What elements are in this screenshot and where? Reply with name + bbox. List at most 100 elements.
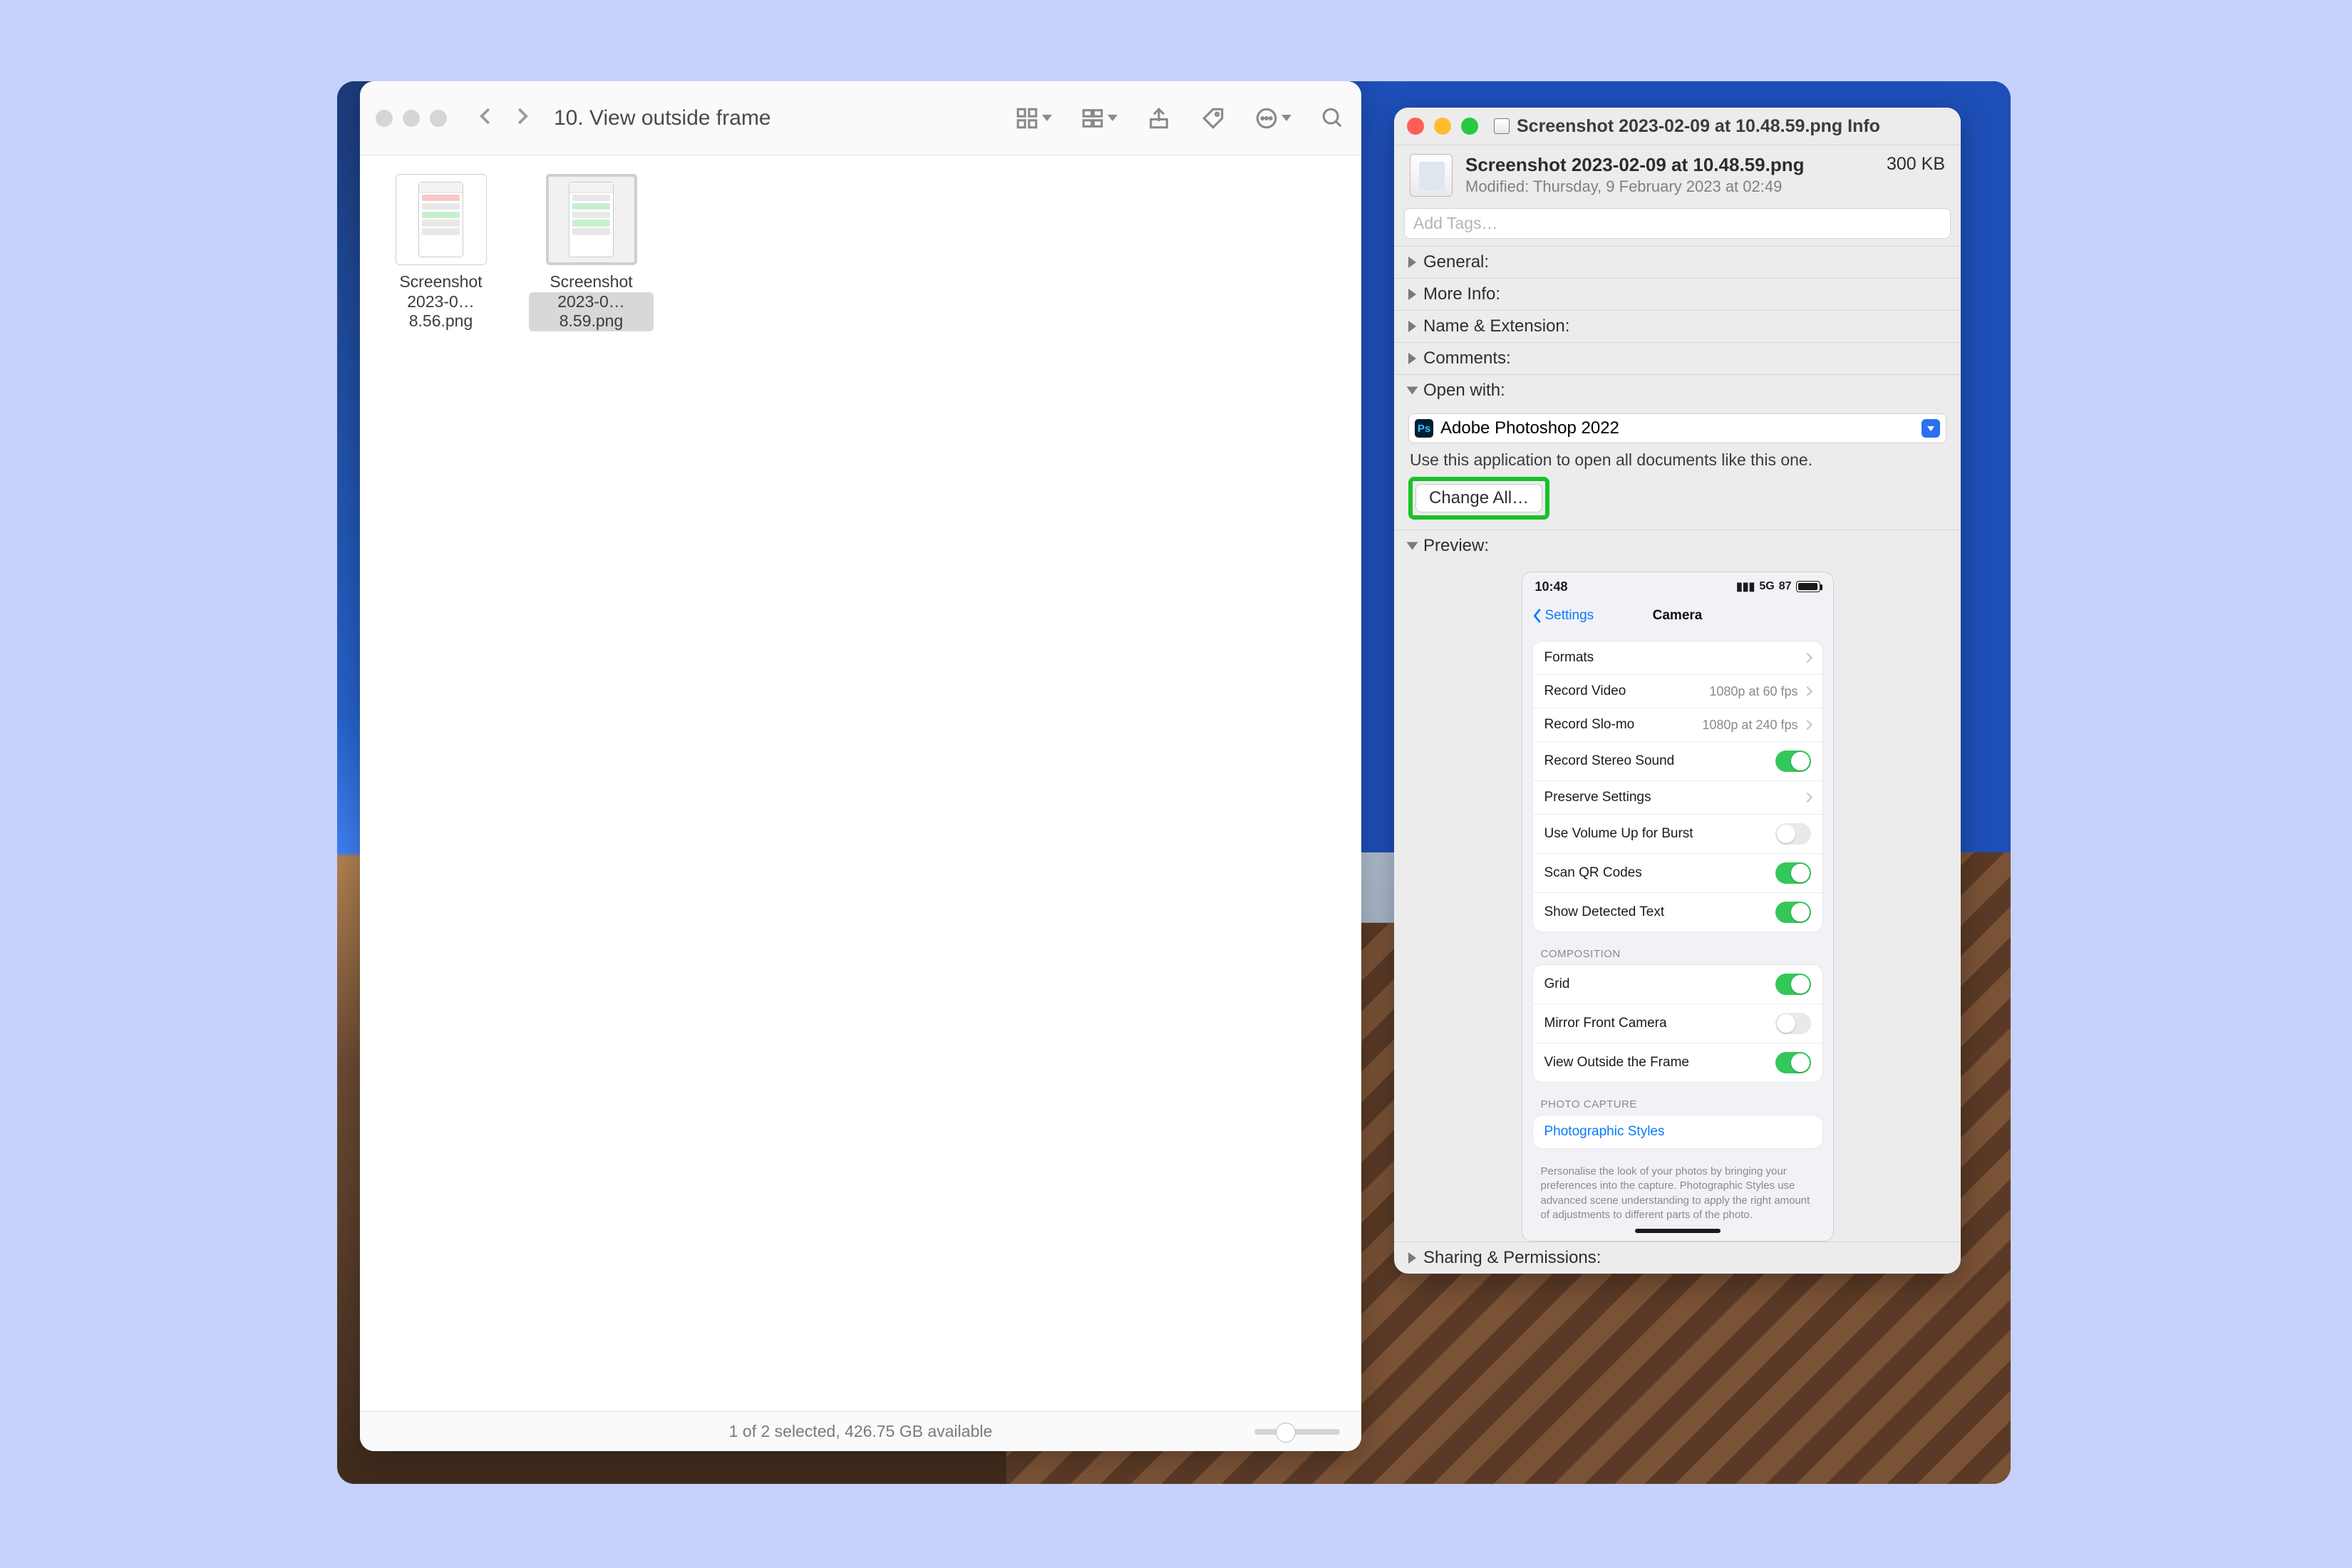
info-file-name: Screenshot 2023-02-09 at 10.48.59.png bbox=[1465, 154, 1867, 176]
settings-row[interactable]: Record Stereo Sound bbox=[1533, 741, 1822, 780]
ios-nav-bar: Settings Camera bbox=[1522, 601, 1833, 631]
file-large-icon bbox=[1410, 154, 1453, 197]
status-text: 1 of 2 selected, 426.75 GB available bbox=[729, 1422, 993, 1441]
section-name-extension[interactable]: Name & Extension: bbox=[1394, 310, 1961, 342]
settings-row[interactable]: Grid bbox=[1533, 965, 1822, 1004]
get-info-window[interactable]: Screenshot 2023-02-09 at 10.48.59.png In… bbox=[1394, 108, 1961, 1274]
finder-toolbar: 10. View outside frame bbox=[360, 81, 1361, 155]
info-header: Screenshot 2023-02-09 at 10.48.59.png Mo… bbox=[1394, 145, 1961, 204]
finder-status-bar: 1 of 2 selected, 426.75 GB available bbox=[360, 1411, 1361, 1451]
row-label: Scan QR Codes bbox=[1544, 865, 1642, 881]
row-label: Preserve Settings bbox=[1544, 790, 1651, 805]
toggle-switch[interactable] bbox=[1775, 902, 1811, 923]
row-label: View Outside the Frame bbox=[1544, 1055, 1689, 1071]
add-tags-placeholder: Add Tags… bbox=[1413, 214, 1497, 232]
settings-row[interactable]: Photographic Styles bbox=[1533, 1115, 1822, 1148]
finder-window[interactable]: 10. View outside frame bbox=[360, 81, 1361, 1451]
search-icon[interactable] bbox=[1320, 105, 1346, 131]
ios-back-button[interactable]: Settings bbox=[1532, 608, 1594, 624]
toggle-switch[interactable] bbox=[1775, 862, 1811, 884]
zoom-icon[interactable] bbox=[1461, 118, 1478, 135]
settings-row[interactable]: Mirror Front Camera bbox=[1533, 1004, 1822, 1043]
settings-row[interactable]: Record Slo-mo1080p at 240 fps bbox=[1533, 708, 1822, 741]
section-comments[interactable]: Comments: bbox=[1394, 342, 1961, 374]
settings-row[interactable]: Preserve Settings bbox=[1533, 780, 1822, 814]
file-item[interactable]: Screenshot 2023-0…8.56.png bbox=[378, 174, 503, 331]
settings-card: FormatsRecord Video1080p at 60 fpsRecord… bbox=[1532, 641, 1823, 932]
ios-status-bar: 10:48 ▮▮▮ 5G 87 bbox=[1522, 572, 1833, 601]
view-mode-icon[interactable] bbox=[1015, 106, 1052, 130]
close-icon[interactable] bbox=[376, 110, 393, 127]
tag-icon[interactable] bbox=[1200, 105, 1226, 131]
battery-icon bbox=[1796, 581, 1820, 592]
photoshop-icon: Ps bbox=[1415, 419, 1433, 438]
file-thumbnail-icon bbox=[546, 174, 637, 265]
settings-row[interactable]: Scan QR Codes bbox=[1533, 853, 1822, 892]
zoom-icon[interactable] bbox=[430, 110, 447, 127]
file-name-line1: Screenshot bbox=[529, 272, 654, 292]
more-actions-icon[interactable] bbox=[1254, 106, 1291, 130]
row-value: 1080p at 60 fps bbox=[1709, 684, 1797, 699]
section-general[interactable]: General: bbox=[1394, 246, 1961, 278]
section-open-with[interactable]: Open with: bbox=[1394, 374, 1961, 406]
row-label: Record Stereo Sound bbox=[1544, 753, 1675, 769]
section-sharing-permissions[interactable]: Sharing & Permissions: bbox=[1394, 1242, 1961, 1274]
share-icon[interactable] bbox=[1146, 105, 1172, 131]
group-label-photo-capture: PHOTO CAPTURE bbox=[1541, 1098, 1815, 1110]
settings-card: Photographic Styles bbox=[1532, 1115, 1823, 1149]
change-all-button[interactable]: Change All… bbox=[1415, 484, 1542, 512]
ios-time: 10:48 bbox=[1535, 579, 1568, 594]
row-label: Grid bbox=[1544, 976, 1570, 992]
settings-row[interactable]: Show Detected Text bbox=[1533, 892, 1822, 932]
toggle-switch[interactable] bbox=[1775, 823, 1811, 845]
toggle-switch[interactable] bbox=[1775, 1013, 1811, 1034]
window-traffic-lights[interactable] bbox=[376, 110, 447, 127]
ios-screen-title: Camera bbox=[1653, 608, 1703, 624]
network-label: 5G bbox=[1759, 580, 1774, 593]
forward-icon[interactable] bbox=[511, 105, 532, 130]
file-name-line1: Screenshot bbox=[378, 272, 503, 292]
settings-row[interactable]: View Outside the Frame bbox=[1533, 1043, 1822, 1082]
group-label-composition: COMPOSITION bbox=[1541, 948, 1815, 960]
file-name-line2: 2023-0…8.56.png bbox=[378, 292, 503, 331]
icon-size-slider[interactable] bbox=[1254, 1429, 1340, 1435]
change-all-highlight: Change All… bbox=[1408, 477, 1549, 520]
toggle-switch[interactable] bbox=[1775, 974, 1811, 995]
chevron-right-icon bbox=[1802, 686, 1812, 696]
row-label: Formats bbox=[1544, 650, 1594, 666]
chevron-right-icon bbox=[1802, 720, 1812, 730]
file-item[interactable]: Screenshot 2023-0…8.59.png bbox=[529, 174, 654, 331]
open-with-note: Use this application to open all documen… bbox=[1410, 450, 1946, 470]
settings-row[interactable]: Record Video 1080p at 60 fps bbox=[1533, 674, 1822, 708]
section-more-info[interactable]: More Info: bbox=[1394, 278, 1961, 310]
battery-percent: 87 bbox=[1779, 580, 1792, 593]
info-modified: Modified: Thursday, 9 February 2023 at 0… bbox=[1465, 177, 1867, 196]
row-label: Record Video bbox=[1544, 684, 1626, 699]
toggle-switch[interactable] bbox=[1775, 751, 1811, 772]
close-icon[interactable] bbox=[1407, 118, 1424, 135]
finder-file-grid[interactable]: Screenshot 2023-0…8.56.png Screenshot 20… bbox=[360, 155, 1361, 1411]
minimize-icon[interactable] bbox=[1434, 118, 1451, 135]
dropdown-icon[interactable] bbox=[1922, 419, 1940, 438]
info-titlebar: Screenshot 2023-02-09 at 10.48.59.png In… bbox=[1394, 108, 1961, 145]
row-label: Use Volume Up for Burst bbox=[1544, 826, 1693, 842]
photo-capture-footnote: Personalise the look of your photos by b… bbox=[1541, 1165, 1815, 1221]
toggle-switch[interactable] bbox=[1775, 1052, 1811, 1073]
open-with-app: Adobe Photoshop 2022 bbox=[1440, 418, 1914, 438]
row-label: Mirror Front Camera bbox=[1544, 1016, 1667, 1031]
open-with-select[interactable]: Ps Adobe Photoshop 2022 bbox=[1408, 413, 1946, 443]
settings-card: Grid Mirror Front Camera View Outside the … bbox=[1532, 964, 1823, 1083]
row-label: Show Detected Text bbox=[1544, 904, 1665, 920]
settings-row[interactable]: Use Volume Up for Burst bbox=[1533, 814, 1822, 853]
group-by-icon[interactable] bbox=[1080, 106, 1118, 130]
minimize-icon[interactable] bbox=[403, 110, 420, 127]
back-icon[interactable] bbox=[475, 105, 497, 130]
chevron-right-icon bbox=[1802, 653, 1812, 663]
row-label: Photographic Styles bbox=[1544, 1124, 1665, 1140]
signal-icon: ▮▮▮ bbox=[1736, 579, 1755, 594]
add-tags-field[interactable]: Add Tags… bbox=[1404, 208, 1951, 239]
settings-row[interactable]: Formats bbox=[1533, 641, 1822, 674]
row-label: Record Slo-mo bbox=[1544, 717, 1635, 733]
info-file-size: 300 KB bbox=[1887, 154, 1945, 175]
section-preview[interactable]: Preview: bbox=[1394, 530, 1961, 562]
